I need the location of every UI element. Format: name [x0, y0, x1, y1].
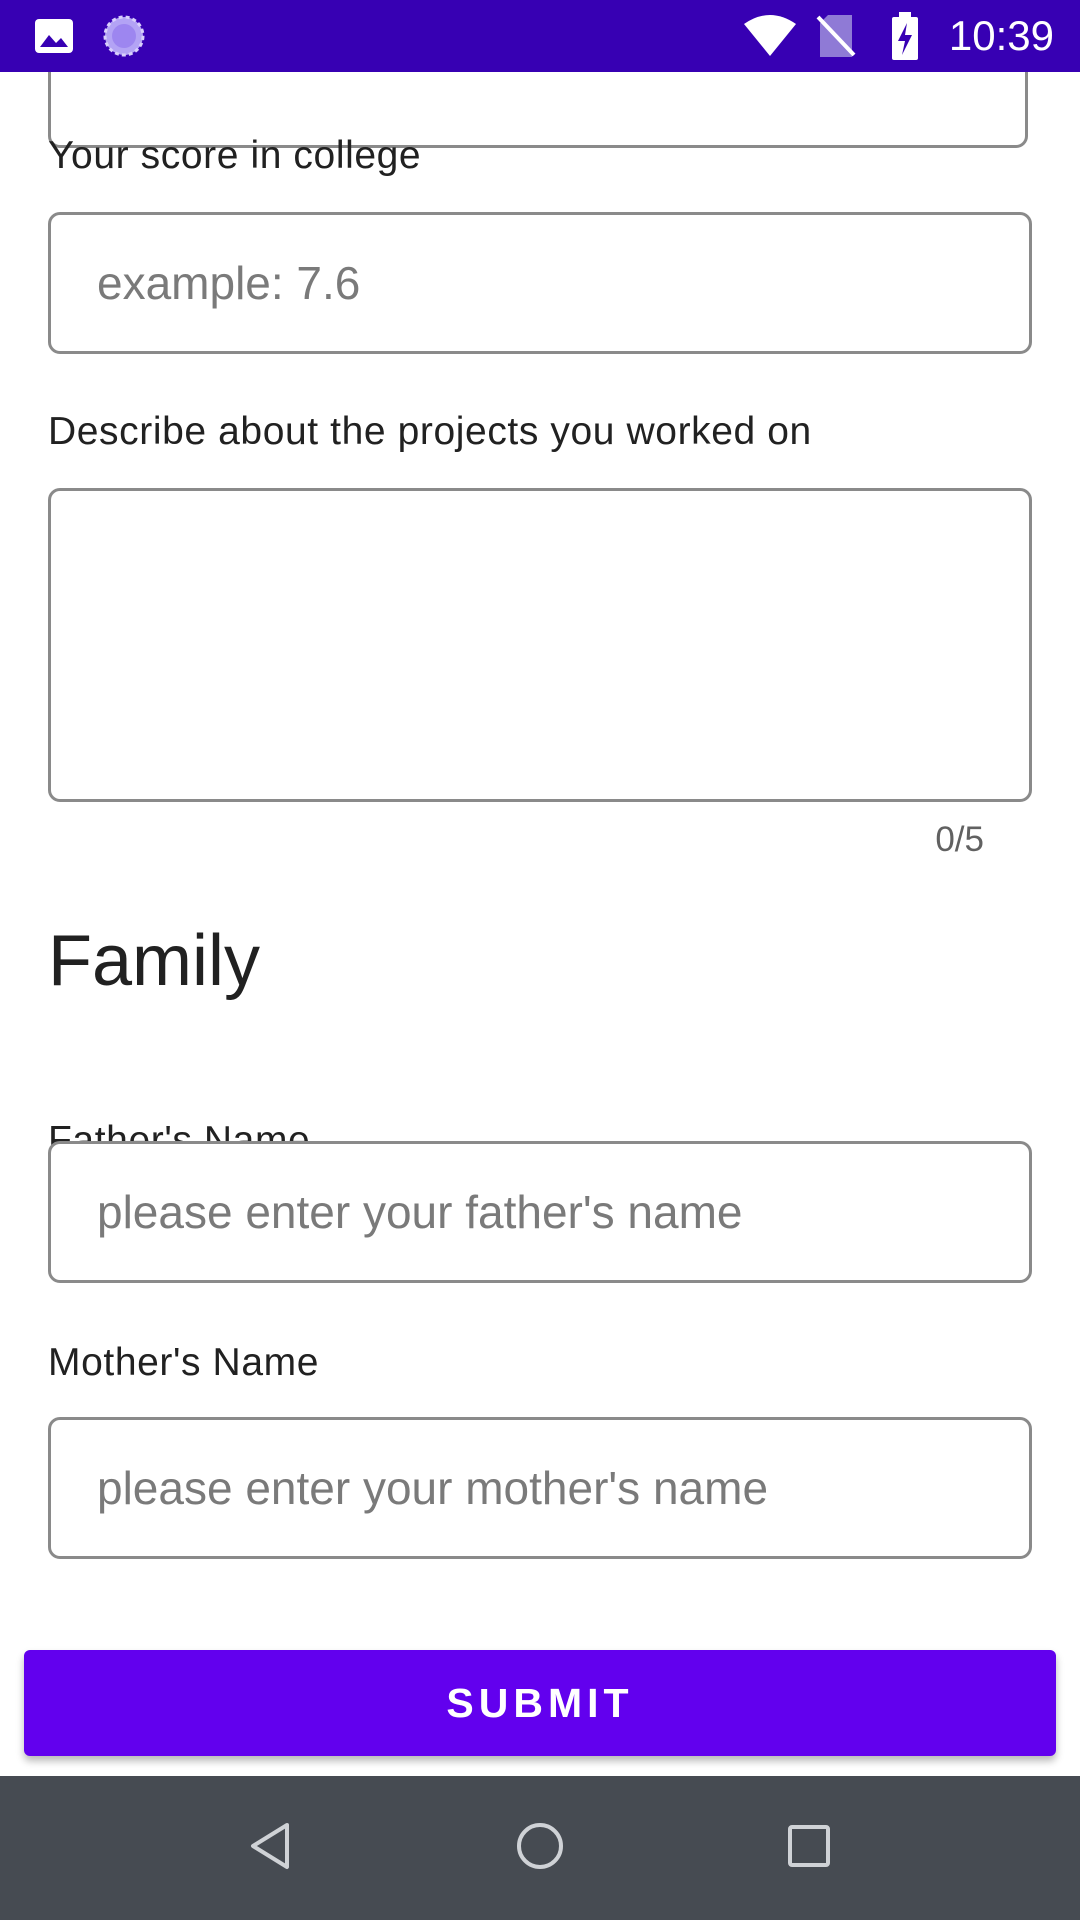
home-button[interactable]: [470, 1776, 610, 1920]
projects-char-counter: 0/5: [935, 820, 984, 859]
image-notification-icon: [32, 0, 76, 72]
family-section-title: Family: [48, 921, 260, 1001]
wifi-icon: [742, 0, 798, 72]
mother-name-label: Mother's Name: [48, 1341, 319, 1384]
no-sim-icon: [814, 0, 858, 72]
back-icon: [247, 1821, 293, 1876]
status-time: 10:39: [948, 12, 1054, 59]
navigation-bar: [0, 1776, 1080, 1920]
home-icon: [515, 1821, 565, 1876]
mother-name-field[interactable]: [48, 1417, 1032, 1559]
score-field[interactable]: [48, 212, 1032, 354]
sync-progress-icon: [102, 0, 146, 72]
status-bar: 10:39: [0, 0, 1080, 72]
projects-label: Describe about the projects you worked o…: [48, 410, 812, 453]
score-label: Your score in college: [48, 134, 422, 177]
mother-name-input[interactable]: [51, 1420, 1029, 1556]
screen: 10:39 Your score in college Describe abo…: [0, 0, 1080, 1920]
form-content: Your score in college Describe about the…: [0, 72, 1080, 1776]
score-input[interactable]: [51, 215, 1029, 351]
father-name-input[interactable]: [51, 1144, 1029, 1280]
projects-textarea[interactable]: [51, 491, 1029, 799]
battery-charging-icon: [888, 0, 922, 72]
projects-field[interactable]: [48, 488, 1032, 802]
father-name-field[interactable]: [48, 1141, 1032, 1283]
submit-button[interactable]: SUBMIT: [24, 1650, 1056, 1756]
recents-button[interactable]: [739, 1776, 879, 1920]
recents-icon: [787, 1824, 831, 1873]
back-button[interactable]: [200, 1776, 340, 1920]
